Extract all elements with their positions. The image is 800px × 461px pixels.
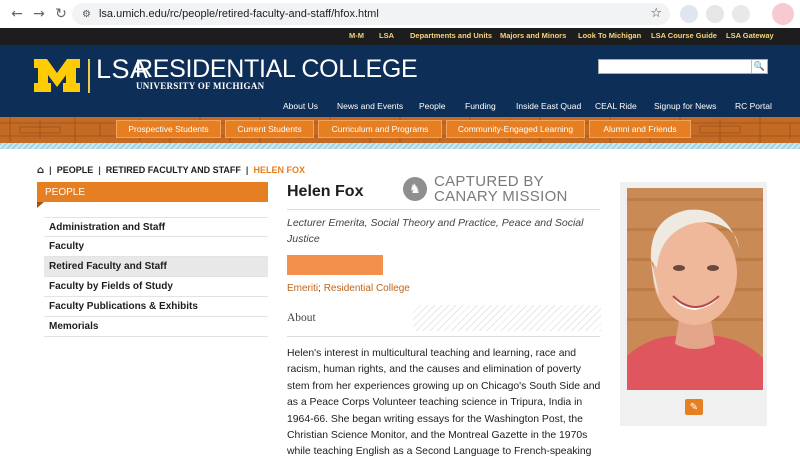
utility-link[interactable]: Departments and Units <box>410 31 492 40</box>
subnav-alumni-and-friends[interactable]: Alumni and Friends <box>589 120 691 138</box>
block-m-logo-icon[interactable] <box>34 59 80 92</box>
forward-icon[interactable]: → <box>28 3 50 25</box>
sidebar-menu: Administration and Staff Faculty Retired… <box>44 217 268 337</box>
extension-icon[interactable] <box>680 5 698 23</box>
brand-divider <box>88 59 90 93</box>
utility-nav: M-M LSA Departments and Units Majors and… <box>0 28 800 45</box>
sidebar-item-memorials[interactable]: Memorials <box>44 317 268 337</box>
nav-funding[interactable]: Funding <box>465 101 496 111</box>
canary-line-1: CAPTURED BY <box>434 173 544 190</box>
canary-line-2: CANARY MISSION <box>434 188 568 205</box>
sidebar-item-faculty-by-fields[interactable]: Faculty by Fields of Study <box>44 277 268 297</box>
profile-name: Helen Fox <box>287 183 364 200</box>
sidebar-item-faculty[interactable]: Faculty <box>44 237 268 257</box>
nav-ceal-ride[interactable]: CEAL Ride <box>595 101 637 111</box>
profile-bio: Helen's interest in multicultural teachi… <box>287 348 601 458</box>
subnav-community-engaged-learning[interactable]: Community-Engaged Learning <box>446 120 585 138</box>
profile-avatar[interactable] <box>772 3 794 25</box>
browser-toolbar: ← → ↻ ⚙ lsa.umich.edu/rc/people/retired-… <box>0 0 800 28</box>
affiliation-emeriti-link[interactable]: Emeriti <box>287 283 318 294</box>
divider <box>287 209 600 210</box>
breadcrumb-retired-faculty[interactable]: RETIRED FACULTY AND STAFF <box>106 165 241 175</box>
divider <box>287 336 600 337</box>
sidebar-heading[interactable]: PEOPLE <box>37 182 268 202</box>
sidebar-item-retired-faculty-and-staff[interactable]: Retired Faculty and Staff <box>44 257 268 277</box>
decorative-stripe <box>0 143 800 149</box>
profile-affiliations: Emeriti; Residential College <box>287 283 410 294</box>
sidebar-heading-notch <box>37 202 44 208</box>
brand-university: UNIVERSITY OF MICHIGAN <box>136 81 265 91</box>
reload-icon[interactable]: ↻ <box>50 3 72 25</box>
extension-icon[interactable] <box>732 5 750 23</box>
search-input[interactable]: 🔍 <box>598 59 768 74</box>
nav-about-us[interactable]: About Us <box>283 101 318 111</box>
subnav-current-students[interactable]: Current Students <box>225 120 314 138</box>
nav-rc-portal[interactable]: RC Portal <box>735 101 772 111</box>
affiliation-residential-college-link[interactable]: Residential College <box>324 283 410 294</box>
utility-link[interactable]: Look To Michigan <box>578 31 641 40</box>
subnav-prospective-students[interactable]: Prospective Students <box>116 120 221 138</box>
nav-news-and-events[interactable]: News and Events <box>337 101 403 111</box>
canary-bird-icon: ♞ <box>403 177 427 201</box>
extension-icon[interactable] <box>706 5 724 23</box>
utility-link[interactable]: M-M <box>349 31 364 40</box>
utility-link[interactable]: LSA <box>379 31 394 40</box>
bookmark-star-icon[interactable]: ☆ <box>650 6 662 21</box>
nav-people[interactable]: People <box>419 101 445 111</box>
canary-mission-badge[interactable]: ♞ CAPTURED BY CANARY MISSION <box>403 174 568 204</box>
sub-nav-band: Prospective Students Current Students Cu… <box>0 117 800 143</box>
utility-link[interactable]: LSA Course Guide <box>651 31 717 40</box>
address-bar[interactable]: ⚙ lsa.umich.edu/rc/people/retired-facult… <box>72 3 670 25</box>
breadcrumb: ⌂ | PEOPLE | RETIRED FACULTY AND STAFF |… <box>37 164 305 176</box>
subnav-curriculum-and-programs[interactable]: Curriculum and Programs <box>318 120 442 138</box>
edit-pencil-icon[interactable]: ✎ <box>685 399 703 415</box>
utility-link[interactable]: LSA Gateway <box>726 31 774 40</box>
sidebar-item-faculty-publications[interactable]: Faculty Publications & Exhibits <box>44 297 268 317</box>
site-info-icon[interactable]: ⚙ <box>82 9 91 20</box>
back-icon[interactable]: ← <box>6 3 28 25</box>
sidebar-item-administration-and-staff[interactable]: Administration and Staff <box>44 217 268 237</box>
site-header: LSA RESIDENTIAL COLLEGE UNIVERSITY OF MI… <box>0 45 800 117</box>
orange-highlight-strip <box>287 255 383 275</box>
about-heading: About <box>287 312 316 324</box>
nav-inside-east-quad[interactable]: Inside East Quad <box>516 101 581 111</box>
search-icon[interactable]: 🔍 <box>751 60 767 73</box>
utility-link[interactable]: Majors and Minors <box>500 31 566 40</box>
hatch-decoration <box>413 305 601 331</box>
brand-residential-college[interactable]: RESIDENTIAL COLLEGE <box>135 55 418 84</box>
profile-photo <box>627 188 763 390</box>
url-text: lsa.umich.edu/rc/people/retired-faculty-… <box>98 8 379 20</box>
about-section-header: About <box>287 305 601 337</box>
breadcrumb-people[interactable]: PEOPLE <box>57 165 94 175</box>
profile-title: Lecturer Emerita, Social Theory and Prac… <box>287 217 584 245</box>
home-icon[interactable]: ⌂ <box>37 165 44 176</box>
nav-signup-for-news[interactable]: Signup for News <box>654 101 716 111</box>
breadcrumb-current: HELEN FOX <box>253 165 305 175</box>
